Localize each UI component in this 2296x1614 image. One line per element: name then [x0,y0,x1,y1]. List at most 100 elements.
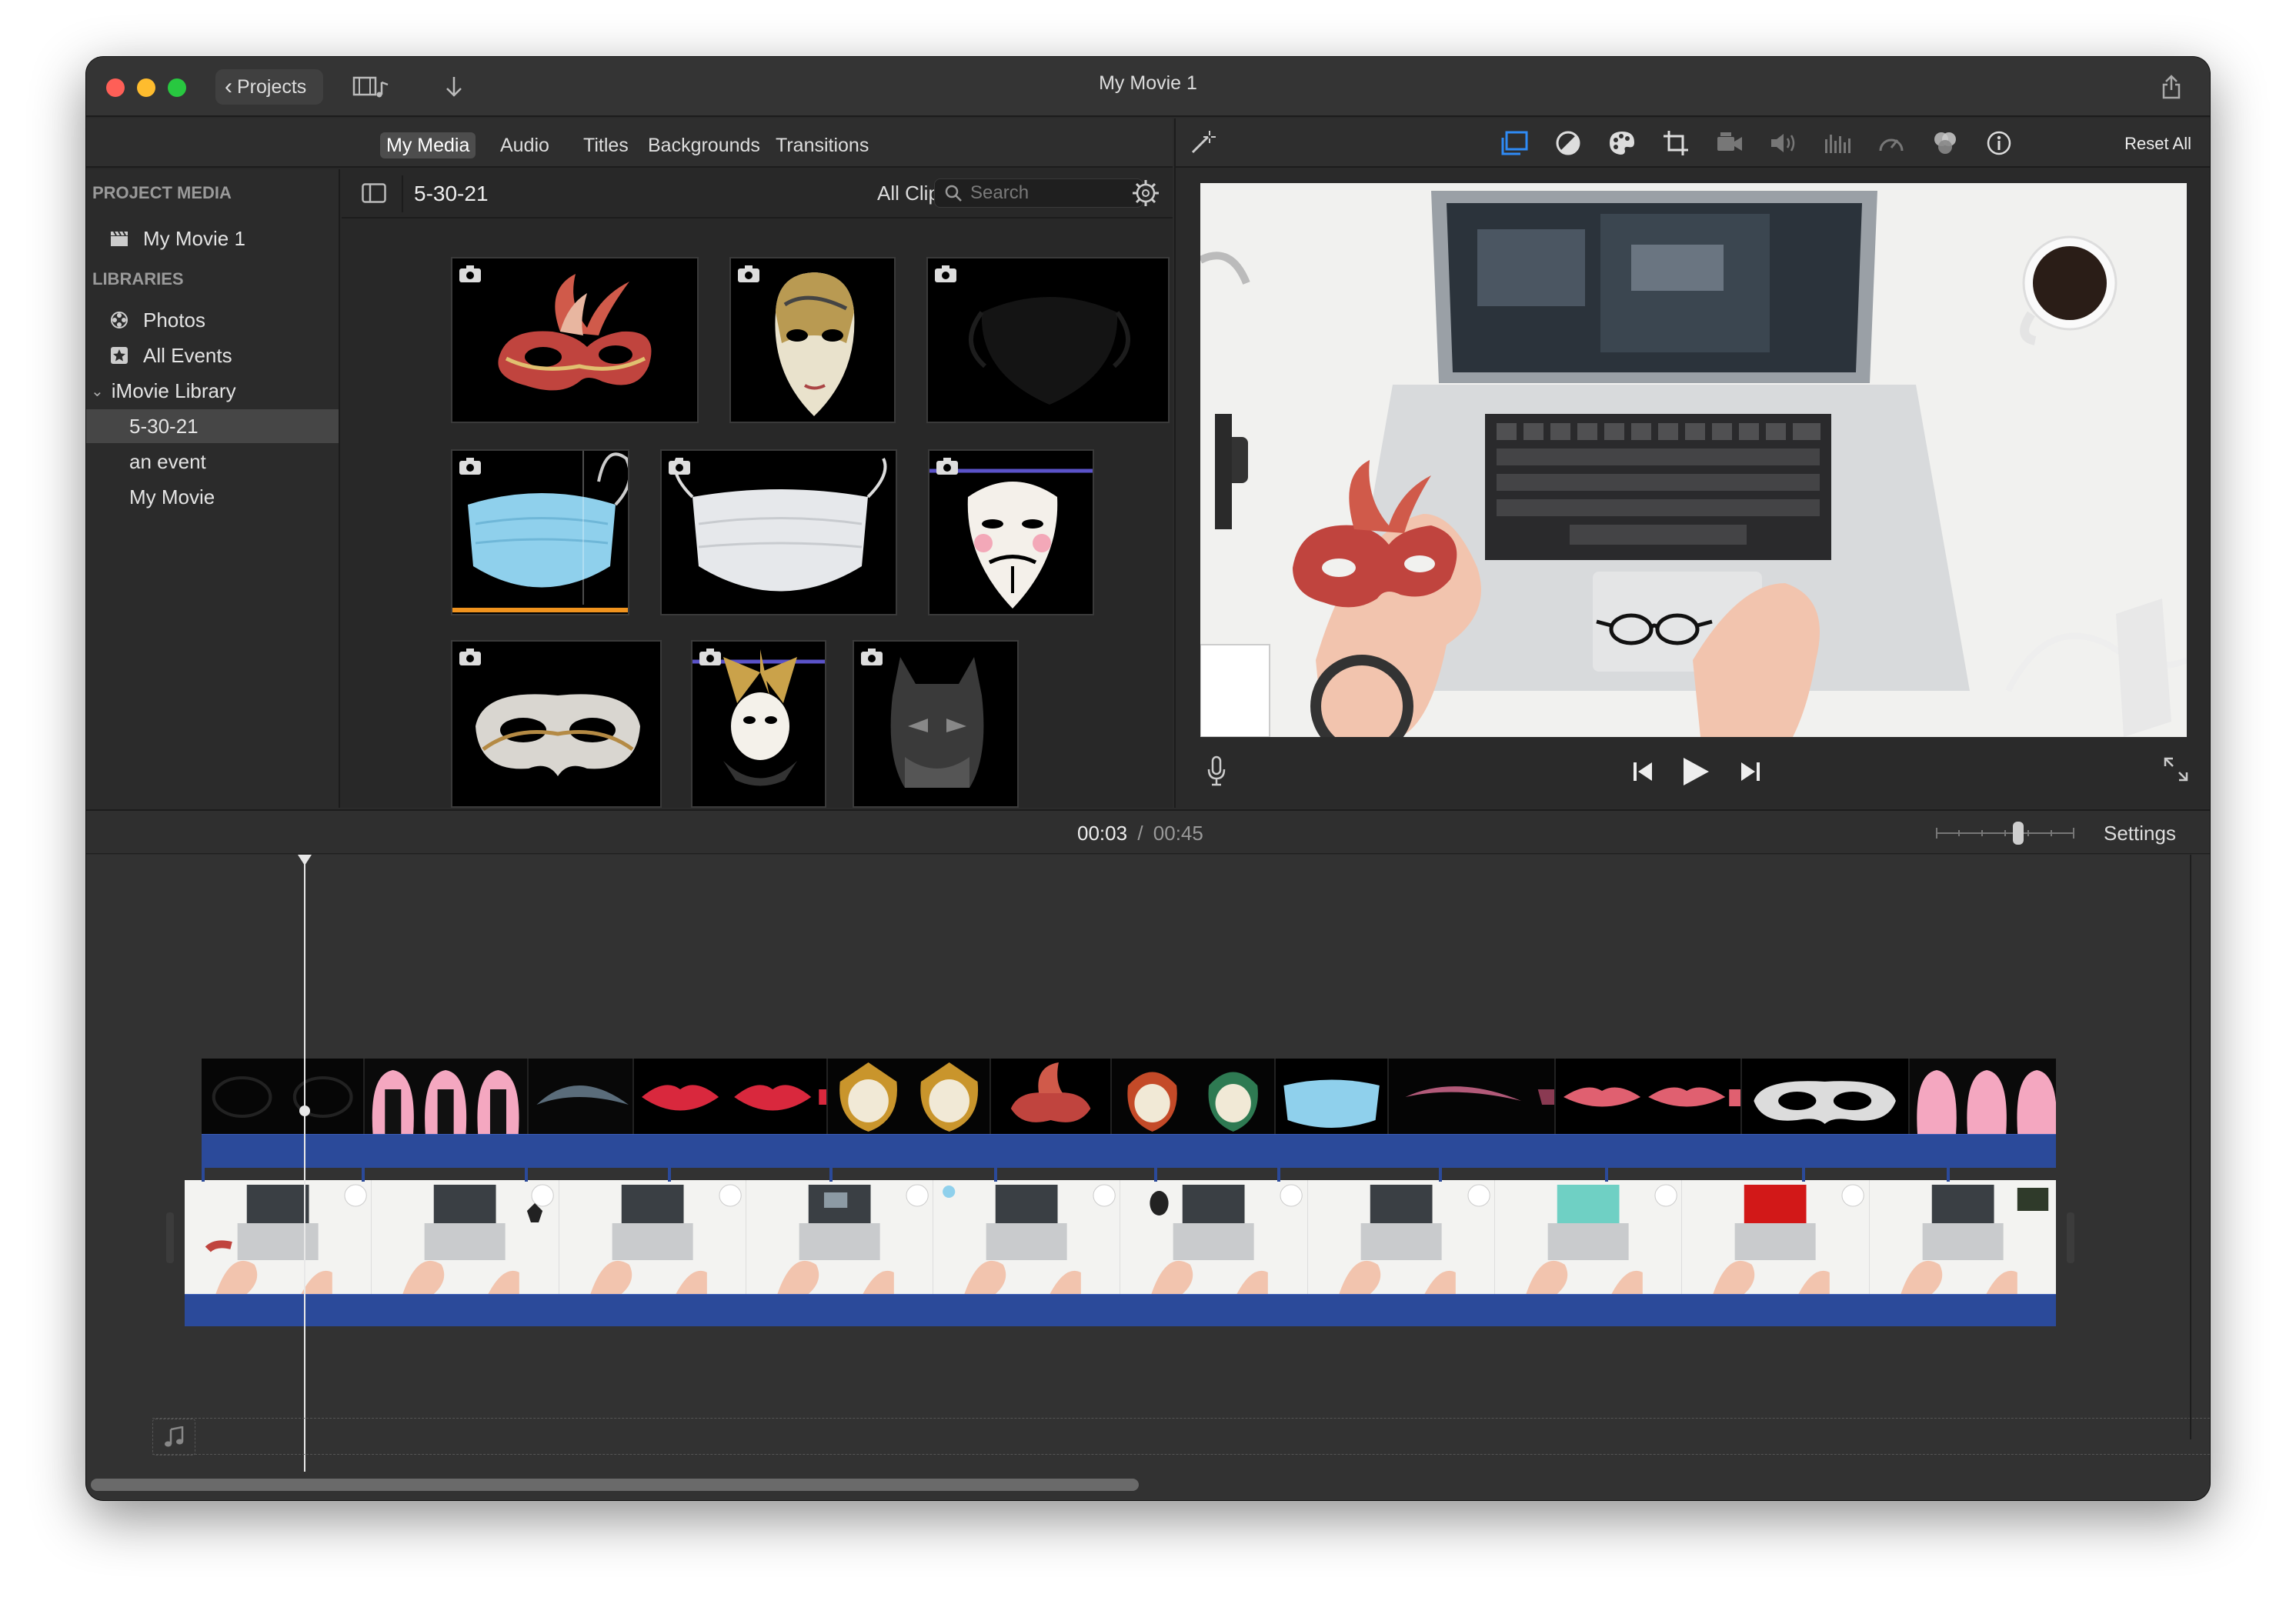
timeline-clip[interactable] [559,1180,746,1294]
chevron-down-icon: ⌄ [91,382,104,400]
share-icon [2162,75,2181,99]
clip-jester-mask[interactable] [691,640,826,808]
fullscreen-button[interactable] [2162,755,2190,787]
timeline-clip[interactable] [528,1059,634,1134]
tool-volume[interactable] [1768,129,1799,157]
timeline-clip[interactable] [1909,1059,2056,1134]
clip-guy-fawkes-mask[interactable] [928,449,1094,615]
clip-venetian-mask-face[interactable] [729,257,896,423]
clip-white-surgical-mask[interactable] [660,449,897,615]
clip-blue-surgical-mask[interactable] [451,449,629,615]
timeline-clip[interactable] [1120,1180,1308,1294]
overlay-icon [1501,131,1528,155]
timeline-clip[interactable] [933,1180,1121,1294]
voiceover-button[interactable] [1206,755,1226,790]
tool-crop[interactable] [1660,129,1691,157]
sidebar-item-event-my-movie[interactable]: My Movie [86,480,339,514]
skip-forward-icon [1741,762,1760,781]
play-button[interactable] [1680,755,1711,792]
zoom-slider-knob[interactable] [2013,822,2024,845]
timeline-clip[interactable] [202,1059,365,1134]
tool-stabilization[interactable] [1714,129,1745,157]
tool-speed[interactable] [1876,129,1907,157]
timeline-settings-button[interactable]: Settings [2104,822,2176,845]
tab-titles[interactable]: Titles [577,132,635,158]
timeline-header: 00:03 / 00:45 Settings [86,809,2210,854]
timeline-clip[interactable] [1308,1180,1496,1294]
tab-transitions[interactable]: Transitions [769,132,875,158]
crop-icon [1664,131,1688,155]
overlay-track[interactable] [202,1059,2056,1134]
color-balance-icon [1556,131,1580,155]
sidebar-item-label: All Events [143,343,232,367]
tool-color-balance[interactable] [1553,129,1584,157]
sidebar-item-all-events[interactable]: All Events [86,338,339,372]
tool-clip-filter[interactable] [1930,129,1961,157]
palette-icon [1610,132,1634,155]
media-browser: My Media Audio Titles Backgrounds Transi… [86,118,1173,808]
sidebar-toggle-button[interactable] [362,183,386,207]
sidebar-item-photos[interactable]: Photos [86,303,339,337]
timeline-clip[interactable] [1682,1180,1870,1294]
share-button[interactable] [2156,69,2187,105]
track-trim-left[interactable] [166,1212,174,1263]
tab-my-media[interactable]: My Media [380,132,476,158]
tab-backgrounds[interactable]: Backgrounds [642,132,766,158]
timeline-clip[interactable] [1388,1059,1557,1134]
skip-forward-button[interactable] [1739,760,1762,787]
timecode: 00:03 / 00:45 [1077,822,1203,845]
timeline-clip[interactable] [1870,1180,2056,1294]
sidebar-item-label: iMovie Library [111,378,236,402]
viewer-panel: Reset All [1174,118,2210,808]
library-sidebar: PROJECT MEDIA My Movie 1 LIBRARIES Photo… [86,169,340,808]
timeline-clip[interactable] [633,1059,829,1134]
skip-back-button[interactable] [1631,760,1654,787]
timeline-clip[interactable] [1112,1059,1276,1134]
track-trim-right[interactable] [2067,1212,2074,1263]
tab-audio[interactable]: Audio [494,132,556,158]
timeline-clip[interactable] [1742,1059,1910,1134]
timeline-clip[interactable] [1495,1180,1683,1294]
sidebar-item-event-an-event[interactable]: an event [86,445,339,479]
sidebar-item-label: My Movie 1 [143,226,245,250]
clip-silver-masquerade-mask[interactable] [451,640,662,808]
tool-overlay[interactable] [1499,129,1530,157]
browser-settings-button[interactable] [1131,178,1160,212]
clip-black-face-mask[interactable] [926,257,1170,423]
zoom-slider[interactable] [1936,822,2074,845]
timeline-clip[interactable] [746,1180,934,1294]
reset-all-button[interactable]: Reset All [2124,134,2191,154]
overlay-track-bar [202,1134,2056,1168]
playhead[interactable] [304,855,305,1472]
fullscreen-icon [2164,757,2188,782]
gear-icon [1133,180,1159,206]
preview-frame-image [1200,183,2187,737]
timeline-clip[interactable] [828,1059,992,1134]
sidebar-item-project[interactable]: My Movie 1 [86,222,339,255]
clip-venetian-mask-red[interactable] [451,257,699,423]
main-video-track[interactable] [185,1180,2056,1294]
playhead-handle[interactable] [298,855,312,865]
sidebar-item-event-5-30-21[interactable]: 5-30-21 [86,409,339,443]
timeline-clip[interactable] [1556,1059,1743,1134]
timeline-vertical-scroll[interactable] [2190,855,2191,1439]
music-well[interactable] [152,1418,2210,1456]
sidebar-item-imovie-library[interactable]: ⌄ iMovie Library [86,374,339,408]
search-input[interactable] [970,182,1124,204]
camera-icon [459,265,481,282]
search-field[interactable] [934,178,1143,208]
tool-color-correction[interactable] [1607,129,1637,157]
magic-wand-icon [1191,131,1216,154]
enhance-button[interactable] [1186,129,1217,157]
search-icon [945,185,962,202]
tool-info[interactable] [1984,129,2014,157]
clip-batman-mask[interactable] [853,640,1019,808]
timeline-clip[interactable] [991,1059,1113,1134]
timeline-clip[interactable] [1275,1059,1389,1134]
camera-icon [935,265,956,282]
timeline-scrollbar[interactable] [91,1479,1139,1491]
timeline-clip[interactable] [185,1180,372,1294]
timeline-clip[interactable] [365,1059,529,1134]
timeline-clip[interactable] [372,1180,559,1294]
tool-noise-reduction[interactable] [1822,129,1853,157]
